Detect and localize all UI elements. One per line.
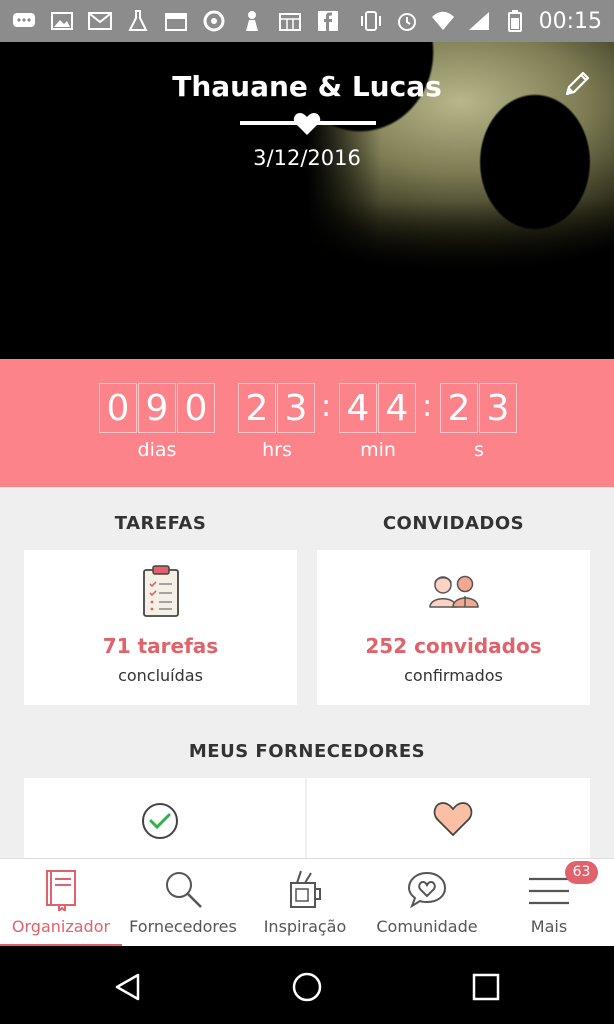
days-digit: 9 [138,383,176,433]
menu-icon [529,877,569,905]
colon-separator: : [422,389,433,424]
days-digit: 0 [99,383,137,433]
minutes-digit: 4 [378,383,416,433]
couple-guests-icon [429,575,479,608]
nav-inspiration-label: Inspiração [263,917,347,936]
app-circle-icon [202,10,226,32]
nav-community-label: Comunidade [376,917,478,936]
hours-label: hrs [262,439,292,461]
alarm-icon [395,10,419,32]
nav-organizer-label: Organizador [11,917,111,936]
calendar-grid-icon [278,10,302,32]
character-icon [240,10,264,32]
heart-icon [433,802,473,837]
nav-vendors[interactable]: Fornecedores [122,859,244,947]
tasks-subtitle: concluídas [118,666,203,685]
days-digit: 0 [177,383,215,433]
tasks-title: TAREFAS [114,513,207,534]
bottom-navigation: Organizador Fornecedores Inspiração Comu… [0,858,614,947]
notebook-icon [46,870,76,911]
clipboard-icon [143,565,179,617]
tasks-count: 71 tarefas [102,634,219,658]
couple-names: Thauane & Lucas [172,70,442,103]
vendors-hired-card[interactable] [24,778,305,858]
wifi-icon [431,10,455,32]
guests-title: CONVIDADOS [382,513,525,534]
battery-icon [503,10,527,32]
image-icon [50,10,74,32]
check-circle-icon [142,803,178,839]
flask-icon [126,10,150,32]
seconds-digit: 2 [440,383,478,433]
gmail-icon [88,10,112,32]
days-digits: 0 9 0 [99,383,216,433]
back-icon[interactable] [113,972,143,1002]
vendors-title: MEUS FORNECEDORES [188,741,426,762]
nav-more-label: Mais [530,917,568,936]
vendors-favorites-card[interactable] [307,778,590,858]
notification-badge: 63 [565,861,598,884]
guests-count: 252 convidados [365,634,542,658]
recents-icon[interactable] [472,973,500,1001]
seconds-label: s [474,439,484,461]
inspiration-icon [290,870,321,908]
minutes-digit: 4 [339,383,377,433]
minutes-label: min [360,439,396,461]
chat-bubble-icon [12,10,36,32]
system-navigation-bar [0,946,614,1024]
wedding-date: 3/12/2016 [253,146,361,170]
nav-organizer[interactable]: Organizador [0,859,122,947]
search-icon [166,872,202,908]
countdown-bar: 0 9 0 2 3 : 4 4 : 2 3 dias hrs min s [0,359,614,487]
seconds-digits: 2 3 [440,383,518,433]
status-bar: 00:15 [0,0,614,42]
calendar-icon [164,10,188,32]
minutes-digits: 4 4 [339,383,417,433]
status-time: 00:15 [538,8,602,34]
facebook-icon [316,10,340,32]
guests-subtitle: confirmados [404,666,503,685]
nav-vendors-label: Fornecedores [129,917,237,936]
tasks-card[interactable]: 71 tarefas concluídas [24,550,297,705]
nav-community[interactable]: Comunidade [366,859,488,947]
guests-card[interactable]: 252 convidados confirmados [317,550,590,705]
hours-digit: 2 [238,383,276,433]
hours-digits: 2 3 [238,383,316,433]
vibrate-icon [359,10,383,32]
hero-cover-photo: Thauane & Lucas 3/12/2016 [0,42,614,359]
nav-inspiration[interactable]: Inspiração [244,859,366,947]
signal-icon [467,10,491,32]
pencil-edit-icon[interactable] [563,68,593,98]
heart-icon [293,113,321,135]
colon-separator: : [321,389,332,424]
days-label: dias [137,439,177,461]
seconds-digit: 3 [479,383,517,433]
chat-heart-icon [407,871,447,909]
home-icon[interactable] [291,971,323,1003]
hours-digit: 3 [277,383,315,433]
